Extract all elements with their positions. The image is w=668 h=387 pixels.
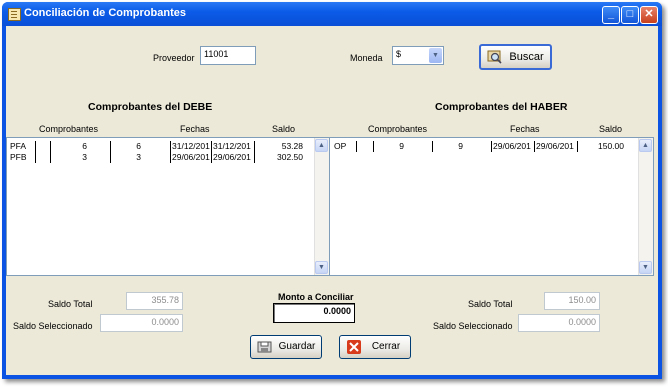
- guardar-button[interactable]: Guardar: [250, 335, 322, 359]
- debe-saldo-total-field: 355.78: [126, 292, 183, 310]
- scroll-down-icon[interactable]: ▼: [315, 261, 328, 274]
- debe-num-hasta: 3: [136, 152, 141, 162]
- haber-col-saldo: Saldo: [599, 124, 623, 134]
- haber-fecha-desde: 29/06/201: [493, 141, 531, 151]
- haber-row[interactable]: OP 9 9 29/06/201 29/06/201 150.00: [332, 141, 638, 152]
- search-icon: [487, 50, 503, 64]
- save-icon: [257, 340, 273, 354]
- debe-col-comprobantes: Comprobantes: [39, 124, 99, 134]
- haber-saldo-total-label: Saldo Total: [468, 299, 513, 309]
- haber-saldo-sel-field: 0.0000: [518, 314, 600, 332]
- minimize-button[interactable]: _: [602, 6, 620, 24]
- debe-saldo-sel-label: Saldo Seleccionado: [13, 321, 93, 331]
- debe-fecha-desde: 29/06/201: [172, 152, 210, 162]
- haber-saldo-sel-label: Saldo Seleccionado: [433, 321, 513, 331]
- debe-col-fechas: Fechas: [180, 124, 210, 134]
- moneda-select[interactable]: $ ▼: [392, 46, 444, 65]
- debe-fecha-hasta: 31/12/201: [213, 141, 251, 151]
- debe-list[interactable]: PFA 6 6 31/12/201 31/12/201 53.28 PFB 3 …: [6, 137, 330, 276]
- client-area: Proveedor 11001 Moneda $ ▼ Buscar Compro…: [6, 26, 658, 375]
- scroll-up-icon[interactable]: ▲: [315, 139, 328, 152]
- scroll-up-icon[interactable]: ▲: [639, 139, 652, 152]
- debe-saldo: 53.28: [281, 141, 303, 151]
- debe-tipo: PFA: [10, 141, 27, 151]
- haber-col-comprobantes: Comprobantes: [368, 124, 428, 134]
- moneda-label: Moneda: [350, 53, 383, 63]
- haber-title: Comprobantes del HABER: [435, 101, 568, 113]
- close-button[interactable]: ✕: [640, 6, 658, 24]
- conciliacion-window: Conciliación de Comprobantes _ □ ✕ Prove…: [2, 2, 662, 379]
- proveedor-label: Proveedor: [153, 53, 195, 63]
- debe-title: Comprobantes del DEBE: [88, 101, 213, 113]
- haber-saldo-total-field: 150.00: [544, 292, 600, 310]
- debe-saldo-total-label: Saldo Total: [48, 299, 93, 309]
- debe-row[interactable]: PFB 3 3 29/06/201 29/06/201 302.50: [9, 152, 315, 163]
- chevron-down-icon[interactable]: ▼: [429, 48, 442, 63]
- monto-input[interactable]: 0.0000: [273, 303, 355, 323]
- debe-num-desde: 3: [82, 152, 87, 162]
- debe-col-saldo: Saldo: [272, 124, 296, 134]
- app-icon: [8, 8, 21, 21]
- debe-saldo-sel-field: 0.0000: [100, 314, 183, 332]
- guardar-label: Guardar: [278, 341, 316, 352]
- debe-row[interactable]: PFA 6 6 31/12/201 31/12/201 53.28: [9, 141, 315, 152]
- debe-scrollbar[interactable]: ▲ ▼: [314, 138, 329, 275]
- buscar-button[interactable]: Buscar: [479, 44, 552, 70]
- haber-scrollbar[interactable]: ▲ ▼: [638, 138, 653, 275]
- window-title: Conciliación de Comprobantes: [24, 7, 186, 19]
- haber-col-fechas: Fechas: [510, 124, 540, 134]
- haber-tipo: OP: [334, 141, 347, 151]
- moneda-value: $: [396, 49, 402, 59]
- maximize-button[interactable]: □: [621, 6, 639, 24]
- title-bar[interactable]: Conciliación de Comprobantes _ □ ✕: [2, 2, 662, 26]
- haber-num-desde: 9: [399, 141, 404, 151]
- haber-fecha-hasta: 29/06/201: [536, 141, 574, 151]
- debe-num-hasta: 6: [136, 141, 141, 151]
- proveedor-input[interactable]: 11001: [200, 46, 256, 65]
- debe-tipo: PFB: [10, 152, 27, 162]
- haber-saldo: 150.00: [598, 141, 624, 151]
- cerrar-button[interactable]: Cerrar: [339, 335, 411, 359]
- monto-label: Monto a Conciliar: [278, 292, 354, 302]
- debe-fecha-desde: 31/12/201: [172, 141, 210, 151]
- cerrar-label: Cerrar: [371, 341, 401, 352]
- debe-saldo: 302.50: [277, 152, 303, 162]
- close-icon: [346, 340, 362, 354]
- scroll-down-icon[interactable]: ▼: [639, 261, 652, 274]
- debe-fecha-hasta: 29/06/201: [213, 152, 251, 162]
- haber-list[interactable]: OP 9 9 29/06/201 29/06/201 150.00 ▲ ▼: [329, 137, 654, 276]
- haber-num-hasta: 9: [458, 141, 463, 151]
- debe-num-desde: 6: [82, 141, 87, 151]
- buscar-label: Buscar: [509, 51, 544, 63]
